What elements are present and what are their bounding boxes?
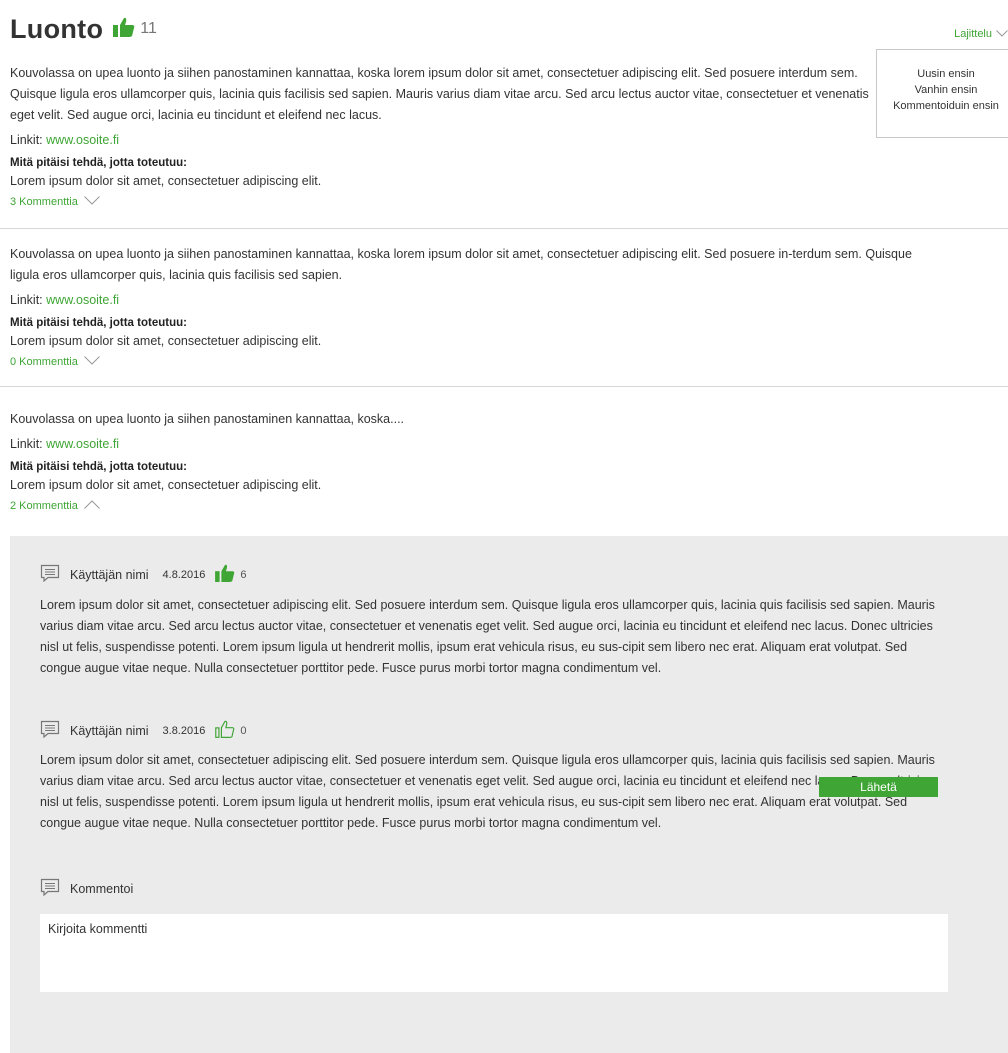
sort-menu: Uusin ensin Vanhin ensin Kommentoiduin e… bbox=[876, 49, 1008, 138]
comment-text: Lorem ipsum dolor sit amet, consectetuer… bbox=[40, 598, 935, 675]
post: Kouvolassa on upea luonto ja siihen pano… bbox=[10, 409, 1008, 514]
comments-toggle[interactable]: 0 Kommenttia bbox=[10, 354, 1008, 370]
todo-title: Mitä pitäisi tehdä, jotta toteutuu: bbox=[10, 317, 187, 329]
post-text: Kouvolassa on upea luonto ja siihen pano… bbox=[10, 66, 869, 122]
post-text: Kouvolassa on upea luonto ja siihen pano… bbox=[10, 412, 405, 426]
reply-header: Kommentoi bbox=[40, 878, 133, 899]
todo-text: Lorem ipsum dolor sit amet, consectetuer… bbox=[10, 334, 322, 348]
sort-option-newest[interactable]: Uusin ensin bbox=[877, 66, 1008, 82]
reply-label: Kommentoi bbox=[70, 881, 134, 896]
page-title: Luonto bbox=[10, 13, 104, 44]
comment-text: Lorem ipsum dolor sit amet, consectetuer… bbox=[40, 753, 935, 830]
post-links: Linkit: www.osoite.fi bbox=[10, 290, 1008, 311]
comment-user: Käyttäjän nimi bbox=[70, 723, 149, 738]
comment-like-count: 0 bbox=[240, 724, 247, 737]
send-button[interactable]: Lähetä bbox=[819, 777, 938, 797]
post-link[interactable]: www.osoite.fi bbox=[46, 437, 119, 451]
post: Kouvolassa on upea luonto ja siihen pano… bbox=[10, 244, 1008, 370]
chevron-up-icon bbox=[84, 498, 100, 514]
thumbs-up-outline-icon[interactable] bbox=[215, 720, 235, 741]
sort-option-oldest[interactable]: Vanhin ensin bbox=[877, 82, 1008, 98]
comment-date: 4.8.2016 bbox=[162, 568, 206, 581]
todo-title: Mitä pitäisi tehdä, jotta toteutuu: bbox=[10, 157, 187, 169]
links-label: Linkit: bbox=[10, 437, 43, 451]
post-links: Linkit: www.osoite.fi bbox=[10, 434, 1008, 455]
post-link[interactable]: www.osoite.fi bbox=[46, 293, 119, 307]
todo-text: Lorem ipsum dolor sit amet, consectetuer… bbox=[10, 478, 322, 492]
todo-title: Mitä pitäisi tehdä, jotta toteutuu: bbox=[10, 461, 187, 473]
sort-dropdown[interactable]: Lajittelu bbox=[954, 28, 1008, 40]
comment-icon bbox=[40, 564, 60, 585]
page-header: Luonto 11 bbox=[10, 12, 157, 46]
comment-user: Käyttäjän nimi bbox=[70, 567, 149, 582]
thumbs-up-icon[interactable] bbox=[215, 564, 235, 585]
like-count: 11 bbox=[140, 20, 157, 37]
comment-date: 3.8.2016 bbox=[162, 724, 206, 737]
comments-toggle[interactable]: 2 Kommenttia bbox=[10, 498, 1008, 514]
post-links: Linkit: www.osoite.fi bbox=[10, 130, 1008, 151]
sort-label: Lajittelu bbox=[954, 28, 992, 40]
comment-header: Käyttäjän nimi 4.8.2016 6 bbox=[40, 564, 246, 585]
todo-text: Lorem ipsum dolor sit amet, consectetuer… bbox=[10, 174, 322, 188]
comment-header: Käyttäjän nimi 3.8.2016 0 bbox=[40, 720, 246, 741]
comments-count: 0 Kommenttia bbox=[10, 356, 78, 368]
divider bbox=[0, 228, 1008, 229]
comment-like-count: 6 bbox=[240, 568, 247, 581]
chevron-down-icon bbox=[996, 28, 1008, 40]
comment-input[interactable] bbox=[40, 914, 948, 992]
chevron-down-icon bbox=[84, 194, 100, 210]
post: Kouvolassa on upea luonto ja siihen pano… bbox=[10, 63, 1008, 210]
chevron-down-icon bbox=[84, 354, 100, 370]
thumbs-up-icon[interactable] bbox=[113, 17, 135, 42]
links-label: Linkit: bbox=[10, 293, 43, 307]
sort-option-most-commented[interactable]: Kommentoiduin ensin bbox=[877, 98, 1008, 114]
comment-icon bbox=[40, 720, 60, 741]
post-link[interactable]: www.osoite.fi bbox=[46, 133, 119, 147]
comments-count: 3 Kommenttia bbox=[10, 196, 78, 208]
links-label: Linkit: bbox=[10, 133, 43, 147]
post-text: Kouvolassa on upea luonto ja siihen pano… bbox=[10, 247, 912, 282]
comment-icon bbox=[40, 878, 60, 899]
comments-toggle[interactable]: 3 Kommenttia bbox=[10, 194, 1008, 210]
comments-count: 2 Kommenttia bbox=[10, 500, 78, 512]
divider bbox=[0, 386, 1008, 387]
